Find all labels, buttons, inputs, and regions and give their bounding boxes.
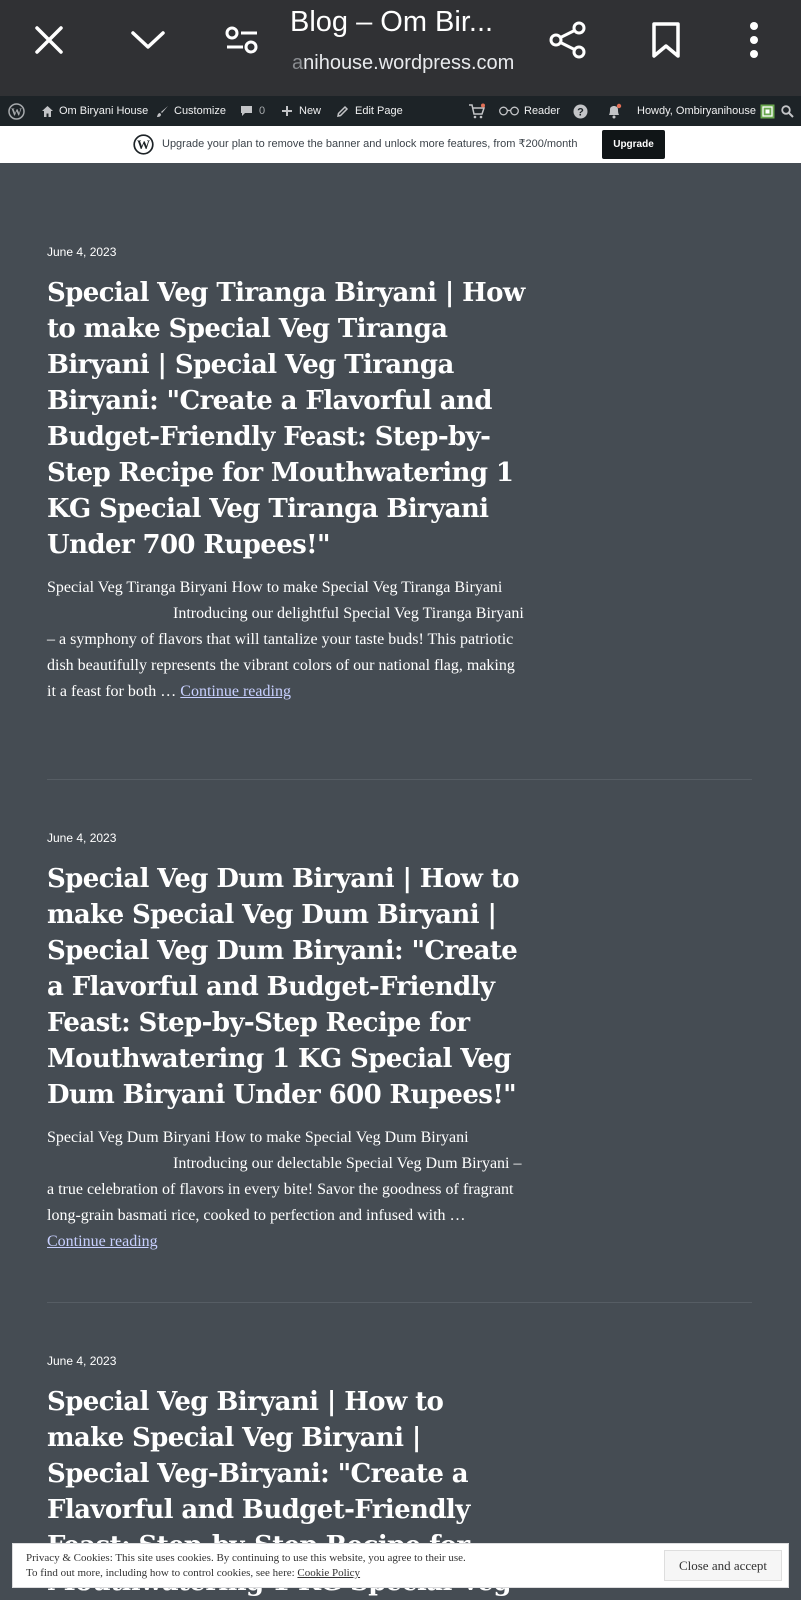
glasses-icon bbox=[499, 106, 519, 116]
cookie-line-1: Privacy & Cookies: This site uses cookie… bbox=[26, 1552, 466, 1564]
svg-text:W: W bbox=[11, 106, 22, 118]
customize-label: Customize bbox=[174, 105, 226, 117]
cookie-notice: Privacy & Cookies: This site uses cookie… bbox=[12, 1543, 789, 1588]
help-icon: ? bbox=[573, 104, 588, 118]
close-icon bbox=[35, 26, 63, 54]
post-excerpt: Special Veg Dum Biryani How to make Spec… bbox=[47, 1125, 527, 1255]
home-icon bbox=[42, 105, 53, 117]
more-vertical-icon bbox=[750, 22, 758, 58]
admin-reader[interactable]: Reader bbox=[498, 96, 560, 126]
post-date[interactable]: June 4, 2023 bbox=[47, 245, 527, 259]
svg-text:W: W bbox=[137, 137, 150, 152]
share-button[interactable] bbox=[542, 14, 594, 66]
admin-site-name[interactable]: Om Biryani House bbox=[41, 96, 148, 126]
settings-sliders-icon bbox=[225, 26, 258, 54]
page-url[interactable]: anihouse.wordpress.com bbox=[292, 52, 514, 75]
admin-notifications[interactable] bbox=[606, 96, 622, 126]
comment-icon bbox=[241, 106, 252, 116]
cookie-message: Privacy & Cookies: This site uses cookie… bbox=[26, 1551, 466, 1581]
post-divider bbox=[47, 1302, 752, 1303]
paintbrush-icon bbox=[157, 105, 168, 117]
collapse-button[interactable] bbox=[122, 14, 174, 66]
bell-icon bbox=[609, 103, 622, 119]
svg-text:?: ? bbox=[577, 106, 584, 118]
admin-search[interactable] bbox=[781, 96, 794, 126]
cookie-policy-link[interactable]: Cookie Policy bbox=[297, 1567, 360, 1579]
wordpress-logo-icon: W bbox=[133, 134, 154, 155]
page-settings-button[interactable] bbox=[216, 14, 268, 66]
comments-count: 0 bbox=[259, 105, 266, 117]
more-options-button[interactable] bbox=[728, 14, 780, 66]
upgrade-banner: W Upgrade your plan to remove the banner… bbox=[0, 126, 801, 163]
excerpt-text: Introducing our delectable Special Veg D… bbox=[47, 1155, 522, 1224]
edit-page-label: Edit Page bbox=[355, 105, 403, 117]
upgrade-button[interactable]: Upgrade bbox=[602, 130, 665, 159]
reader-label: Reader bbox=[524, 105, 561, 117]
wp-admin-bar: W Om Biryani House Customize 0 New Edit … bbox=[0, 96, 801, 126]
howdy-label: Howdy, Ombiryanihouse bbox=[637, 105, 757, 117]
admin-new[interactable]: New bbox=[281, 96, 321, 126]
cart-icon bbox=[469, 103, 486, 119]
continue-reading-link[interactable]: Continue reading bbox=[180, 683, 291, 700]
site-name-label: Om Biryani House bbox=[59, 105, 149, 117]
close-tab-button[interactable] bbox=[23, 14, 75, 66]
bookmark-button[interactable] bbox=[640, 14, 692, 66]
url-text: nihouse.wordpress.com bbox=[303, 52, 515, 74]
pencil-icon bbox=[337, 105, 349, 117]
admin-edit-page[interactable]: Edit Page bbox=[336, 96, 403, 126]
url-faded-prefix: a bbox=[292, 52, 304, 74]
excerpt-text-lead: Special Veg Tiranga Biryani How to make … bbox=[47, 579, 503, 596]
admin-account[interactable]: Howdy, Ombiryanihouse bbox=[637, 96, 775, 126]
admin-help[interactable]: ? bbox=[573, 96, 588, 126]
post-title[interactable]: Special Veg Tiranga Biryani | How to mak… bbox=[47, 275, 527, 563]
page-title[interactable]: Blog – Om Bir... bbox=[290, 6, 493, 39]
search-icon bbox=[781, 104, 794, 118]
avatar-icon bbox=[760, 104, 775, 118]
post-date[interactable]: June 4, 2023 bbox=[47, 831, 527, 845]
post-title[interactable]: Special Veg Dum Biryani | How to make Sp… bbox=[47, 861, 527, 1113]
blog-post: June 4, 2023 Special Veg Dum Biryani | H… bbox=[47, 831, 527, 1255]
wp-logo-menu[interactable]: W bbox=[8, 96, 25, 126]
share-icon bbox=[549, 21, 586, 59]
excerpt-text-lead: Special Veg Dum Biryani How to make Spec… bbox=[47, 1129, 469, 1146]
admin-customize[interactable]: Customize bbox=[156, 96, 226, 126]
wordpress-logo-icon: W bbox=[8, 102, 25, 120]
chevron-down-icon bbox=[131, 31, 165, 49]
upgrade-banner-text: Upgrade your plan to remove the banner a… bbox=[162, 138, 578, 150]
bookmark-icon bbox=[652, 22, 680, 58]
close-and-accept-button[interactable]: Close and accept bbox=[664, 1550, 782, 1581]
plus-icon bbox=[282, 106, 292, 116]
blog-post: June 4, 2023 Special Veg Tiranga Biryani… bbox=[47, 245, 527, 705]
new-label: New bbox=[299, 105, 322, 117]
post-divider bbox=[47, 779, 752, 780]
admin-cart[interactable] bbox=[468, 96, 486, 126]
continue-reading-link[interactable]: Continue reading bbox=[47, 1233, 158, 1250]
cookie-line-2: To find out more, including how to contr… bbox=[26, 1567, 295, 1579]
post-date[interactable]: June 4, 2023 bbox=[47, 1354, 527, 1368]
post-excerpt: Special Veg Tiranga Biryani How to make … bbox=[47, 575, 527, 705]
browser-toolbar: Blog – Om Bir... anihouse.wordpress.com bbox=[0, 0, 801, 96]
admin-comments[interactable]: 0 bbox=[240, 96, 265, 126]
